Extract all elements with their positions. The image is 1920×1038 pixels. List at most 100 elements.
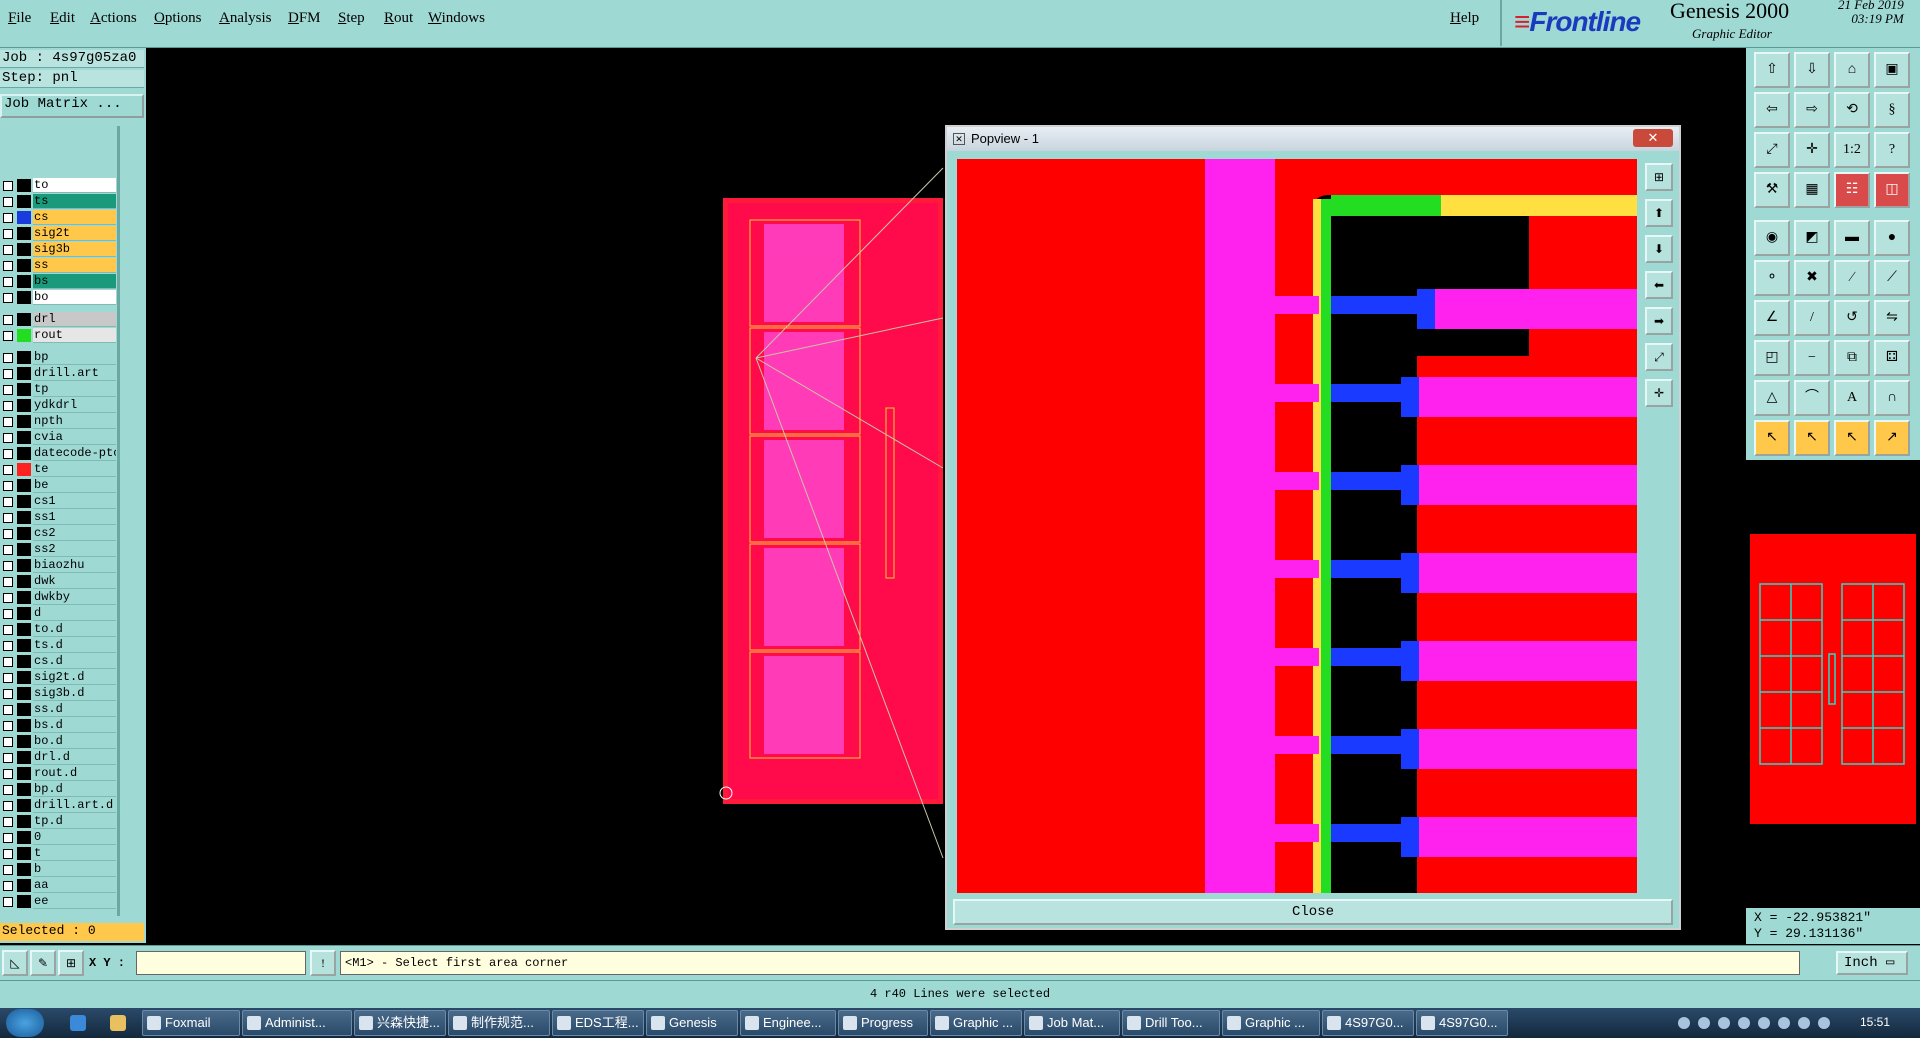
close-icon[interactable]: ✕: [1633, 129, 1673, 147]
layer-color-swatch[interactable]: [17, 291, 31, 304]
layer-color-swatch[interactable]: [17, 367, 31, 380]
units-dropdown[interactable]: Inch ▭: [1836, 951, 1908, 975]
segment-icon[interactable]: ⟋: [1874, 260, 1910, 296]
menu-file[interactable]: File: [8, 10, 31, 27]
menu-help[interactable]: Help: [1450, 10, 1479, 27]
layer-color-swatch[interactable]: [17, 815, 31, 828]
select-icon[interactable]: ↖: [1754, 420, 1790, 456]
layer-color-swatch[interactable]: [17, 735, 31, 748]
layer-checkbox[interactable]: [3, 261, 13, 271]
menu-analysis[interactable]: Analysis: [219, 10, 272, 27]
dash-icon[interactable]: −: [1794, 340, 1830, 376]
layer-checkbox[interactable]: [3, 417, 13, 427]
layer-row[interactable]: dwk: [0, 574, 118, 589]
menu-dfm[interactable]: DFM: [288, 10, 321, 27]
layer-color-swatch[interactable]: [17, 511, 31, 524]
angle-icon[interactable]: ∠: [1754, 300, 1790, 336]
edit-icon[interactable]: ✎: [30, 950, 56, 976]
layer-checkbox[interactable]: [3, 673, 13, 683]
layer-color-swatch[interactable]: [17, 767, 31, 780]
menu-windows[interactable]: Windows: [428, 10, 485, 27]
layer-row[interactable]: ydkdrl: [0, 398, 118, 413]
volume-icon[interactable]: [1798, 1017, 1810, 1029]
layer-checkbox[interactable]: [3, 737, 13, 747]
select-area-icon[interactable]: ↖: [1794, 420, 1830, 456]
layer-checkbox[interactable]: [3, 353, 13, 363]
layer-checkbox[interactable]: [3, 689, 13, 699]
layer-checkbox[interactable]: [3, 769, 13, 779]
layer-color-swatch[interactable]: [17, 847, 31, 860]
layer-row[interactable]: te: [0, 462, 118, 477]
layer-checkbox[interactable]: [3, 609, 13, 619]
pv-center-icon[interactable]: ✛: [1645, 379, 1673, 407]
redraw-icon[interactable]: ⟲: [1834, 92, 1870, 128]
layer-color-swatch[interactable]: [17, 799, 31, 812]
layer-color-swatch[interactable]: [17, 751, 31, 764]
layer-color-swatch[interactable]: [17, 895, 31, 908]
layer-color-swatch[interactable]: [17, 639, 31, 652]
layer-checkbox[interactable]: [3, 513, 13, 523]
taskbar-item[interactable]: Progress: [838, 1010, 928, 1036]
window-icon[interactable]: ▣: [1874, 52, 1910, 88]
display-icon[interactable]: ◫: [1874, 172, 1910, 208]
layer-checkbox[interactable]: [3, 245, 13, 255]
layer-row[interactable]: ss1: [0, 510, 118, 525]
taskbar-item[interactable]: 制作规范...: [448, 1010, 550, 1036]
layer-checkbox[interactable]: [3, 641, 13, 651]
layer-color-swatch[interactable]: [17, 179, 31, 192]
layer-checkbox[interactable]: [3, 181, 13, 191]
layer-color-swatch[interactable]: [17, 329, 31, 342]
pan-left-icon[interactable]: ⇦: [1754, 92, 1790, 128]
pv-fit-icon[interactable]: ⤢: [1645, 343, 1673, 371]
taskbar-item[interactable]: Foxmail: [142, 1010, 240, 1036]
scale-icon[interactable]: 1:2: [1834, 132, 1870, 168]
layer-color-swatch[interactable]: [17, 211, 31, 224]
layer-color-swatch[interactable]: [17, 879, 31, 892]
popview-canvas[interactable]: [957, 159, 1637, 893]
layer-color-swatch[interactable]: [17, 559, 31, 572]
layer-checkbox[interactable]: [3, 465, 13, 475]
pv-pan-left-icon[interactable]: ⬅: [1645, 271, 1673, 299]
layer-checkbox[interactable]: [3, 529, 13, 539]
layers-icon[interactable]: ☷: [1834, 172, 1870, 208]
layer-row[interactable]: datecode-ptc: [0, 446, 118, 461]
layer-row[interactable]: tp.d: [0, 814, 118, 829]
layer-row[interactable]: cs.d: [0, 654, 118, 669]
zoom-home-icon[interactable]: ⇧: [1754, 52, 1790, 88]
layer-checkbox[interactable]: [3, 897, 13, 907]
arch-icon[interactable]: ⌒: [1794, 380, 1830, 416]
layer-checkbox[interactable]: [3, 817, 13, 827]
layer-color-swatch[interactable]: [17, 863, 31, 876]
layer-row[interactable]: cvia: [0, 430, 118, 445]
layer-row[interactable]: bs: [0, 274, 118, 289]
layer-color-swatch[interactable]: [17, 415, 31, 428]
layer-checkbox[interactable]: [3, 315, 13, 325]
measure-icon[interactable]: ⚒: [1754, 172, 1790, 208]
layer-checkbox[interactable]: [3, 229, 13, 239]
taskbar-item[interactable]: 4S97G0...: [1416, 1010, 1508, 1036]
taskbar-item[interactable]: Administ...: [242, 1010, 352, 1036]
layer-row[interactable]: drill.art.d: [0, 798, 118, 813]
layer-row[interactable]: sig2t: [0, 226, 118, 241]
layer-row[interactable]: sig2t.d: [0, 670, 118, 685]
layer-color-swatch[interactable]: [17, 607, 31, 620]
tray-icon[interactable]: [1718, 1017, 1730, 1029]
layer-checkbox[interactable]: [3, 849, 13, 859]
center-icon[interactable]: ✛: [1794, 132, 1830, 168]
tray-icon[interactable]: [1758, 1017, 1770, 1029]
layer-checkbox[interactable]: [3, 369, 13, 379]
snap-icon[interactable]: §: [1874, 92, 1910, 128]
layer-color-swatch[interactable]: [17, 431, 31, 444]
layer-row[interactable]: cs2: [0, 526, 118, 541]
taskbar-item[interactable]: 4S97G0...: [1322, 1010, 1414, 1036]
job-matrix-button[interactable]: Job Matrix ...: [0, 94, 144, 118]
layer-color-swatch[interactable]: [17, 447, 31, 460]
layer-color-swatch[interactable]: [17, 591, 31, 604]
layer-checkbox[interactable]: [3, 197, 13, 207]
layer-checkbox[interactable]: [3, 753, 13, 763]
layer-color-swatch[interactable]: [17, 831, 31, 844]
layer-row[interactable]: biaozhu: [0, 558, 118, 573]
xy-input[interactable]: [136, 951, 306, 975]
overview-panel[interactable]: [1746, 460, 1920, 910]
layer-checkbox[interactable]: [3, 545, 13, 555]
